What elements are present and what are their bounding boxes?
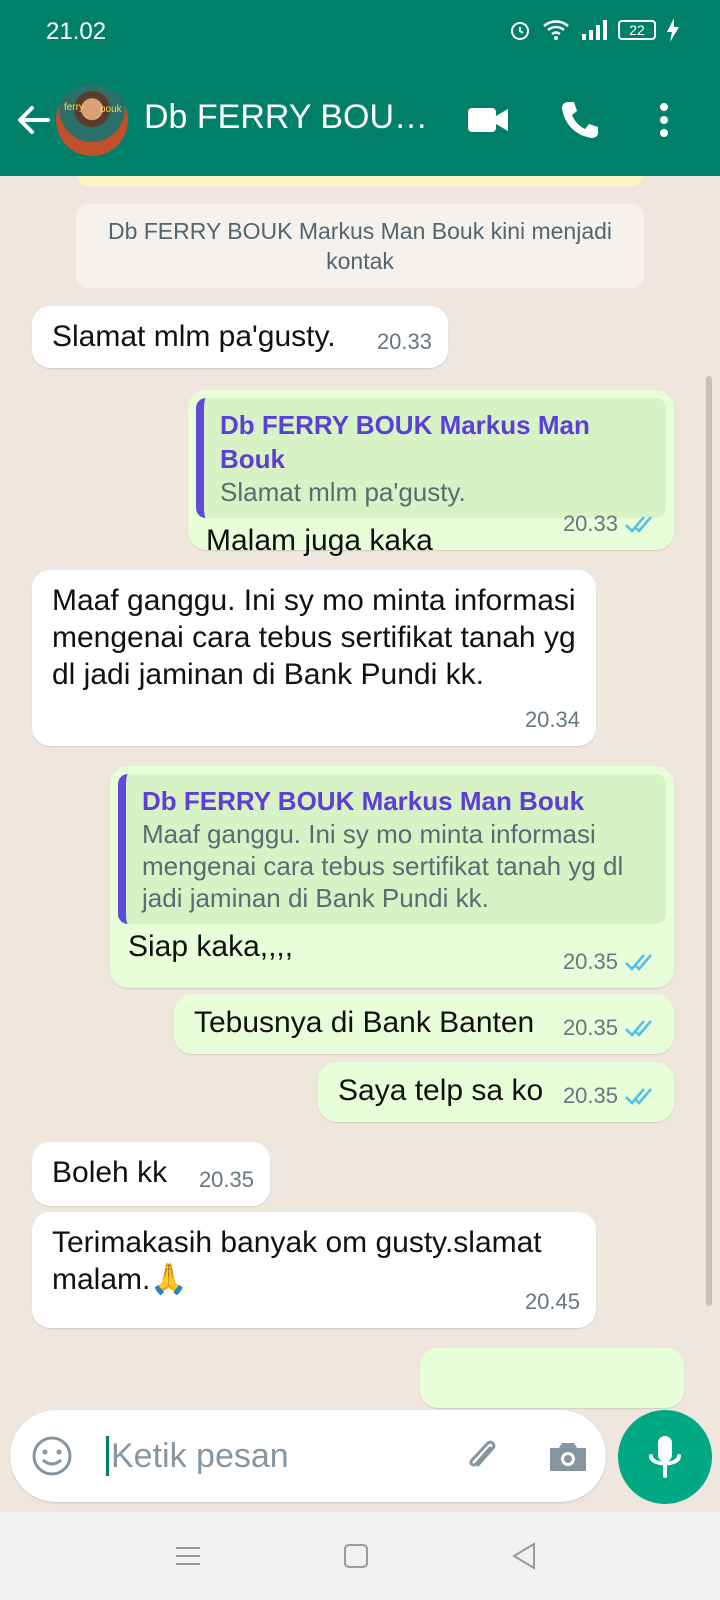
status-icons: 22 xyxy=(508,18,680,42)
quoted-text: Maaf ganggu. Ini sy mo minta informasi m… xyxy=(142,819,624,913)
message-outgoing[interactable]: Saya telp sa ko 20.35 xyxy=(318,1062,674,1122)
message-text: Terimakasih banyak om gusty.slamat malam… xyxy=(52,1226,542,1296)
message-text: Slamat mlm pa'gusty. xyxy=(52,320,336,353)
message-time: 20.33 xyxy=(376,329,432,354)
charging-icon xyxy=(667,18,679,42)
home-icon[interactable] xyxy=(340,1540,372,1572)
recent-apps-icon[interactable] xyxy=(172,1540,204,1572)
alarm-icon xyxy=(511,22,529,40)
phone-call-icon[interactable] xyxy=(558,98,602,142)
encryption-notice xyxy=(78,176,643,186)
message-outgoing[interactable]: Db FERRY BOUK Markus Man Bouk Maaf gangg… xyxy=(110,766,674,988)
system-nav-bar xyxy=(0,1512,720,1600)
message-time: 20.35 xyxy=(562,949,618,974)
message-input[interactable]: Ketik pesan xyxy=(106,1436,289,1476)
message-incoming[interactable]: Boleh kk 20.35 xyxy=(32,1142,270,1206)
message-outgoing[interactable]: Db FERRY BOUK Markus Man Bouk Slamat mlm… xyxy=(188,390,674,557)
read-ticks-icon xyxy=(625,1087,652,1105)
status-bar: 21.02 22 xyxy=(0,0,720,64)
quoted-sender: Db FERRY BOUK Markus Man Bouk xyxy=(142,786,585,816)
more-options-icon[interactable] xyxy=(642,98,686,142)
message-time: 20.35 xyxy=(562,1083,618,1108)
message-outgoing[interactable]: Tebusnya di Bank Banten 20.35 xyxy=(174,994,674,1054)
back-nav-icon[interactable] xyxy=(508,1540,540,1572)
message-incoming[interactable]: Terimakasih banyak om gusty.slamat malam… xyxy=(32,1212,596,1328)
system-message: Db FERRY BOUK Markus Man Bouk kini menja… xyxy=(76,204,644,288)
message-time: 20.35 xyxy=(198,1167,254,1192)
read-ticks-icon xyxy=(625,1019,652,1037)
battery-icon: 22 xyxy=(618,20,656,40)
message-composer: Ketik pesan xyxy=(10,1410,606,1502)
chat-header: ferry bouk Db FERRY BOUK... xyxy=(0,64,720,176)
message-incoming[interactable]: Maaf ganggu. Ini sy mo minta informasi m… xyxy=(32,570,596,746)
video-call-icon[interactable] xyxy=(466,98,510,142)
message-time: 20.34 xyxy=(524,707,580,732)
message-time: 20.33 xyxy=(562,511,618,536)
avatar-text: bouk xyxy=(100,104,122,115)
wifi-icon xyxy=(543,20,569,40)
read-ticks-icon xyxy=(625,953,652,971)
mic-icon xyxy=(649,1436,681,1478)
status-time: 21.02 xyxy=(46,18,107,45)
read-ticks-icon xyxy=(625,515,652,533)
contact-name[interactable]: Db FERRY BOUK... xyxy=(144,98,444,137)
quoted-message[interactable]: Db FERRY BOUK Markus Man Bouk Slamat mlm… xyxy=(196,398,666,518)
voice-message-button[interactable] xyxy=(618,1410,712,1504)
emoji-icon[interactable] xyxy=(30,1434,74,1478)
message-time: 20.35 xyxy=(562,1015,618,1040)
scrollbar[interactable] xyxy=(706,376,712,1306)
chat-area[interactable]: Db FERRY BOUK Markus Man Bouk kini menja… xyxy=(0,176,720,1412)
back-arrow-icon[interactable] xyxy=(14,100,54,140)
quoted-text: Slamat mlm pa'gusty. xyxy=(220,477,466,507)
attach-icon[interactable] xyxy=(460,1434,504,1478)
avatar[interactable]: ferry bouk xyxy=(56,84,128,156)
message-time: 20.45 xyxy=(524,1289,580,1314)
message-incoming[interactable]: Slamat mlm pa'gusty. 20.33 xyxy=(32,306,448,368)
avatar-text: ferry xyxy=(64,102,84,113)
camera-icon[interactable] xyxy=(546,1434,590,1478)
message-outgoing-partial[interactable] xyxy=(420,1348,684,1408)
message-text: Maaf ganggu. Ini sy mo minta informasi m… xyxy=(52,584,576,691)
quoted-sender: Db FERRY BOUK Markus Man Bouk xyxy=(220,410,590,474)
signal-icon xyxy=(582,20,607,40)
quoted-message[interactable]: Db FERRY BOUK Markus Man Bouk Maaf gangg… xyxy=(118,774,666,924)
